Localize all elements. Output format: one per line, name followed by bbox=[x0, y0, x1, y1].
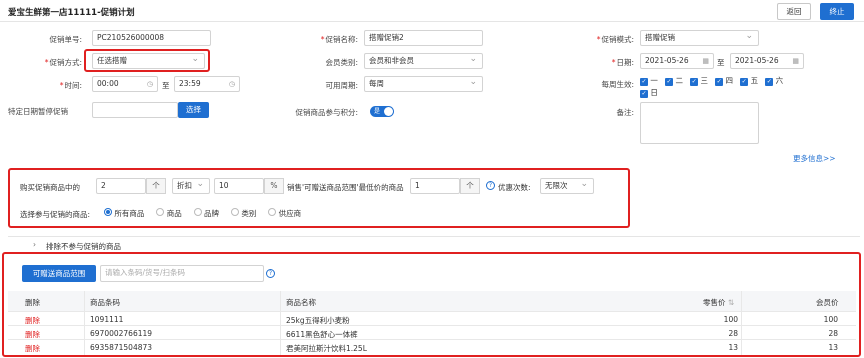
row-divider bbox=[8, 325, 856, 326]
col-delete: 删除 bbox=[25, 298, 40, 307]
chevron-right-icon: › bbox=[33, 240, 36, 249]
row-member-price: 100 bbox=[823, 315, 838, 324]
weekday-sat[interactable]: ✓ 六 bbox=[765, 76, 783, 86]
date-label: 日期: bbox=[580, 57, 634, 68]
help-icon[interactable]: ? bbox=[266, 269, 275, 278]
promo-mode-label: 促销模式: bbox=[570, 34, 634, 45]
row-divider bbox=[8, 311, 856, 312]
time-from-field[interactable]: 00:00 ◷ bbox=[92, 76, 158, 92]
col-price-label: 零售价 bbox=[703, 298, 726, 307]
col-name: 商品名称 bbox=[286, 298, 316, 307]
discount-type-select[interactable]: 折扣 bbox=[172, 178, 210, 194]
back-button[interactable]: 返回 bbox=[777, 3, 811, 20]
row-price: 28 bbox=[728, 329, 738, 338]
cycle-label: 可用周期: bbox=[325, 81, 358, 90]
scope-supplier[interactable]: 供应商 bbox=[268, 208, 301, 218]
rule-highlight bbox=[8, 168, 630, 228]
help-icon[interactable]: ? bbox=[486, 181, 495, 190]
member-select[interactable]: 会员和非会员 bbox=[364, 53, 483, 69]
exclude-label: 排除不参与促销的商品 bbox=[46, 242, 121, 251]
scope-all[interactable]: 所有商品 bbox=[104, 208, 144, 218]
discount-unit: % bbox=[264, 178, 284, 194]
cycle-select[interactable]: 每周 bbox=[364, 76, 483, 92]
promo-no-field[interactable]: PC210526000008 bbox=[92, 30, 211, 46]
row-member-price: 13 bbox=[828, 343, 838, 352]
give-unit: 个 bbox=[460, 178, 480, 194]
col-price[interactable]: 零售价 ⇅ bbox=[703, 297, 734, 308]
weekday-wed[interactable]: ✓ 三 bbox=[690, 76, 708, 86]
stop-button[interactable]: 终止 bbox=[820, 3, 854, 20]
sort-icon: ⇅ bbox=[727, 298, 735, 307]
limit-label: 优惠次数: bbox=[498, 183, 531, 192]
date-from-field[interactable]: 2021-05-26 ▦ bbox=[640, 53, 714, 69]
promo-no-label: 促销单号: bbox=[49, 35, 82, 44]
points-label: 促销商品参与积分: bbox=[295, 108, 358, 117]
gift-search-input[interactable]: 请输入条码/货号/扫条码 bbox=[100, 265, 264, 282]
promo-name-label: 促销名称: bbox=[300, 34, 358, 45]
scope-radio-group: 所有商品 商品 品牌 类别 供应商 bbox=[104, 208, 301, 219]
date-to-field[interactable]: 2021-05-26 ▦ bbox=[730, 53, 804, 69]
buy-label: 购买促销商品中的 bbox=[20, 183, 80, 192]
promo-type-select[interactable]: 任选搭赠 bbox=[92, 53, 205, 69]
delete-link[interactable]: 删除 bbox=[25, 343, 40, 354]
col-divider bbox=[280, 291, 281, 355]
scope-goods[interactable]: 商品 bbox=[156, 208, 182, 218]
time-from-value: 00:00 bbox=[97, 79, 119, 88]
row-code: 6970002766119 bbox=[90, 329, 153, 338]
gift-range-button[interactable]: 可赠送商品范围 bbox=[22, 265, 96, 282]
weekday-thu[interactable]: ✓ 四 bbox=[715, 76, 733, 86]
weekday-checkboxes: ✓ 一 ✓ 二 ✓ 三 ✓ 四 ✓ 五 ✓ 六 ✓ 日 bbox=[640, 75, 800, 99]
row-member-price: 28 bbox=[828, 329, 838, 338]
col-code: 商品条码 bbox=[90, 298, 120, 307]
weekday-fri[interactable]: ✓ 五 bbox=[740, 76, 758, 86]
discount-value-field[interactable]: 10 bbox=[214, 178, 264, 194]
date-to-value: 2021-05-26 bbox=[735, 56, 779, 65]
row-price: 13 bbox=[728, 343, 738, 352]
weekday-mon[interactable]: ✓ 一 bbox=[640, 76, 658, 86]
row-divider bbox=[8, 339, 856, 340]
pause-select-button[interactable]: 选择 bbox=[178, 102, 209, 118]
buy-unit: 个 bbox=[146, 178, 166, 194]
date-from-value: 2021-05-26 bbox=[645, 56, 689, 65]
weekday-sun[interactable]: ✓ 日 bbox=[640, 88, 658, 98]
pause-label: 特定日期暂停促销 bbox=[8, 107, 68, 116]
page-title: 爱宝生鲜第一店11111-促销计划 bbox=[8, 8, 135, 18]
row-code: 1091111 bbox=[90, 315, 124, 324]
col-member-price: 会员价 bbox=[816, 298, 839, 307]
remark-textarea[interactable] bbox=[640, 102, 759, 144]
date-to-label: 至 bbox=[717, 58, 725, 67]
time-to-value: 23:59 bbox=[179, 79, 201, 88]
pause-date-field[interactable] bbox=[92, 102, 178, 118]
row-code: 6935871504873 bbox=[90, 343, 153, 352]
col-divider bbox=[84, 291, 85, 355]
member-label: 会员类别: bbox=[325, 58, 358, 67]
row-price: 100 bbox=[723, 315, 738, 324]
more-info-link[interactable]: 更多信息>> bbox=[793, 153, 836, 164]
weekday-tue[interactable]: ✓ 二 bbox=[665, 76, 683, 86]
col-divider bbox=[741, 291, 742, 355]
scope-label: 选择参与促销的商品: bbox=[20, 210, 91, 219]
clock-icon: ◷ bbox=[228, 80, 235, 88]
scope-category[interactable]: 类别 bbox=[230, 208, 256, 218]
give-label: 销售'可赠送商品范围'最低价的商品 bbox=[287, 183, 404, 192]
promo-name-field[interactable]: 搭赠促销2 bbox=[364, 30, 483, 46]
calendar-icon: ▦ bbox=[792, 57, 799, 65]
remark-label: 备注: bbox=[616, 108, 634, 117]
buy-qty-field[interactable]: 2 bbox=[96, 178, 146, 194]
weekday-label: 每周生效: bbox=[601, 80, 634, 89]
promo-type-label: 促销方式: bbox=[10, 57, 82, 68]
limit-select[interactable]: 无限次 bbox=[540, 178, 594, 194]
time-to-field[interactable]: 23:59 ◷ bbox=[174, 76, 240, 92]
clock-icon: ◷ bbox=[146, 80, 153, 88]
give-qty-field[interactable]: 1 bbox=[410, 178, 460, 194]
calendar-icon: ▦ bbox=[702, 57, 709, 65]
points-toggle[interactable]: 是 bbox=[370, 106, 394, 117]
promo-mode-select[interactable]: 搭赠促销 bbox=[640, 30, 759, 46]
row-name: 君美阿拉斯汁饮料1.25L bbox=[286, 344, 367, 353]
time-to-label: 至 bbox=[162, 81, 170, 90]
time-label: 时间: bbox=[10, 80, 82, 91]
scope-brand[interactable]: 品牌 bbox=[193, 208, 219, 218]
